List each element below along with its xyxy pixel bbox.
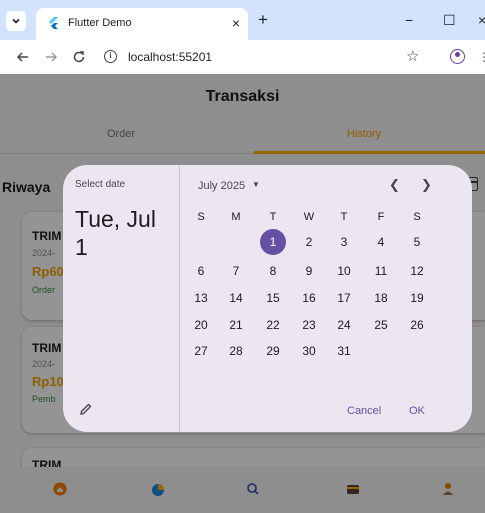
calendar-day[interactable]: 19	[404, 285, 430, 311]
calendar-day[interactable]: 15	[260, 285, 286, 311]
calendar-day[interactable]: 26	[404, 312, 430, 338]
minimize-button[interactable]: −	[405, 11, 413, 29]
calendar-day[interactable]: 7	[223, 258, 249, 284]
calendar-day[interactable]: 30	[296, 338, 322, 364]
address-bar[interactable]: i localhost:55201 ☆	[98, 44, 468, 70]
weekday-label: S	[413, 211, 421, 223]
weekday-label: T	[269, 211, 277, 223]
selected-day[interactable]: 1	[260, 229, 286, 255]
calendar-day[interactable]: 11	[368, 258, 394, 284]
back-button[interactable]	[14, 48, 32, 66]
calendar-day[interactable]: 4	[368, 229, 394, 255]
calendar-day[interactable]: 6	[188, 258, 214, 284]
tab-title: Flutter Demo	[68, 17, 132, 29]
weekday-label: F	[377, 211, 385, 223]
weekday-label: T	[340, 211, 348, 223]
calendar-day[interactable]: 12	[404, 258, 430, 284]
browser-tabstrip: Flutter Demo × + − ☐ ×	[0, 0, 485, 40]
date-picker-dialog: Select date Tue, Jul 1 July 2025 ▼ ❮ ❯ S…	[63, 165, 472, 432]
next-month-button[interactable]: ❯	[421, 177, 432, 193]
info-icon[interactable]: i	[104, 50, 117, 63]
arrow-right-icon	[46, 52, 58, 62]
profile-icon[interactable]	[450, 49, 465, 64]
calendar-day[interactable]: 2	[296, 229, 322, 255]
maximize-button[interactable]: ☐	[443, 11, 456, 29]
ok-button[interactable]: OK	[409, 405, 425, 417]
calendar-day[interactable]: 28	[223, 338, 249, 364]
calendar-day[interactable]: 21	[223, 312, 249, 338]
selected-date-headline: Tue, Jul 1	[75, 206, 156, 260]
browser-tab[interactable]: Flutter Demo ×	[36, 8, 248, 40]
calendar-day[interactable]: 5	[404, 229, 430, 255]
reload-icon	[73, 51, 85, 63]
calendar-day[interactable]: 22	[260, 312, 286, 338]
calendar-day[interactable]: 13	[188, 285, 214, 311]
flutter-icon	[49, 17, 58, 29]
calendar-day[interactable]: 8	[260, 258, 286, 284]
calendar-day[interactable]: 25	[368, 312, 394, 338]
previous-month-button[interactable]: ❮	[389, 177, 400, 193]
forward-button[interactable]	[42, 48, 60, 66]
chevron-down-icon	[12, 18, 20, 24]
weekday-label: M	[231, 211, 241, 223]
calendar-day[interactable]: 3	[331, 229, 357, 255]
weekday-label: W	[303, 211, 315, 223]
bookmark-star-icon[interactable]: ☆	[406, 47, 419, 65]
calendar-day[interactable]: 9	[296, 258, 322, 284]
weekday-label: S	[197, 211, 205, 223]
calendar-day[interactable]: 23	[296, 312, 322, 338]
cancel-button[interactable]: Cancel	[347, 405, 381, 417]
calendar-day[interactable]: 24	[331, 312, 357, 338]
calendar-day[interactable]: 31	[331, 338, 357, 364]
tab-search-button[interactable]	[6, 11, 26, 31]
reload-button[interactable]	[70, 48, 88, 66]
pencil-icon[interactable]	[79, 402, 93, 416]
arrow-left-icon	[16, 52, 28, 62]
help-text: Select date	[75, 179, 126, 190]
calendar-day[interactable]: 10	[331, 258, 357, 284]
new-tab-button[interactable]: +	[258, 11, 268, 29]
browser-toolbar: i localhost:55201 ☆ ⋮	[0, 40, 485, 74]
calendar-day[interactable]: 29	[260, 338, 286, 364]
caret-down-icon[interactable]: ▼	[252, 180, 260, 189]
calendar-day[interactable]: 17	[331, 285, 357, 311]
calendar-day[interactable]: 16	[296, 285, 322, 311]
calendar-day[interactable]: 14	[223, 285, 249, 311]
month-year-selector[interactable]: July 2025	[198, 180, 245, 192]
calendar-day[interactable]: 20	[188, 312, 214, 338]
window-close-button[interactable]: ×	[478, 11, 485, 29]
tab-close-button[interactable]: ×	[232, 14, 240, 32]
more-menu-icon[interactable]: ⋮	[478, 50, 485, 64]
date-picker-header: Select date Tue, Jul 1	[63, 165, 180, 432]
url-text[interactable]: localhost:55201	[128, 50, 212, 64]
calendar-day[interactable]: 18	[368, 285, 394, 311]
calendar-day[interactable]: 27	[188, 338, 214, 364]
